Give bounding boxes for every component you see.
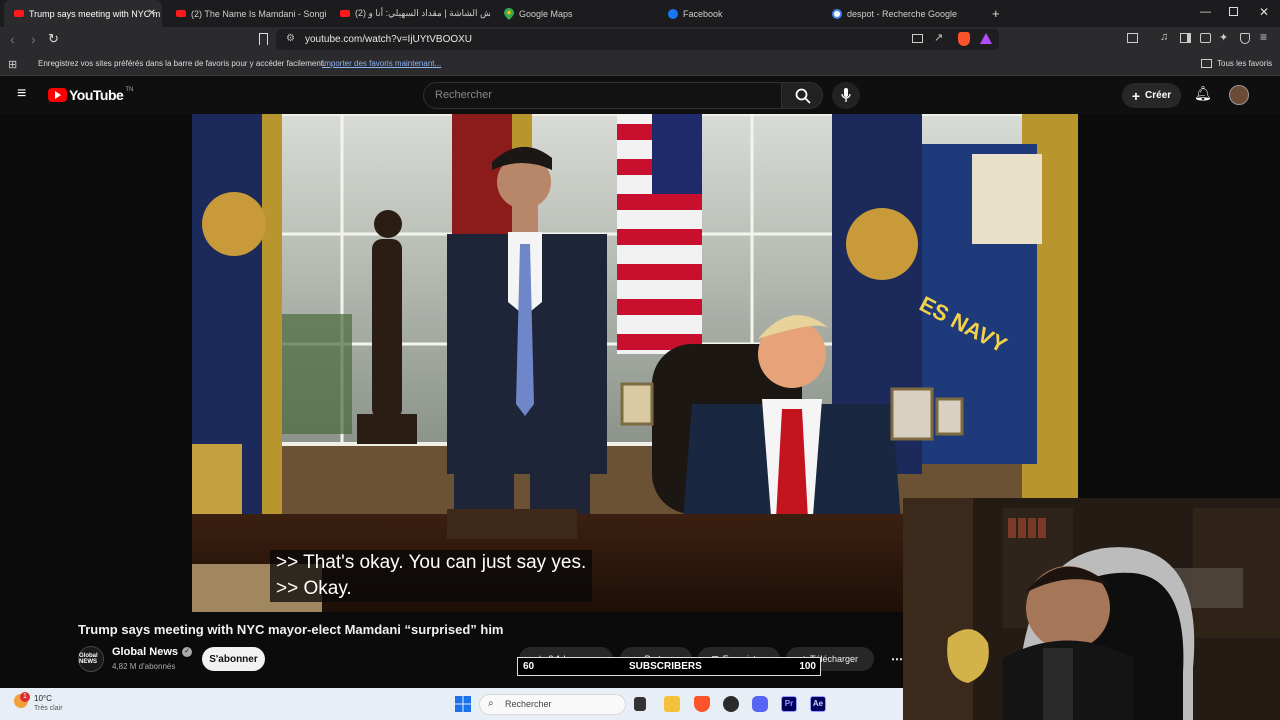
import-favorites-link[interactable]: Importer des favoris maintenant... [322, 59, 441, 68]
task-view-icon[interactable] [634, 697, 646, 711]
channel-avatar[interactable]: Global NEWS [78, 646, 104, 672]
tab-google-search[interactable]: despot - Recherche Google [822, 0, 982, 27]
obs-studio-icon[interactable] [723, 696, 739, 712]
brave-shield-icon[interactable] [958, 32, 970, 46]
microphone-icon [841, 88, 851, 102]
bookmark-icon[interactable] [259, 33, 268, 45]
music-icon[interactable]: ♫ [1160, 31, 1168, 43]
video-captions: >> That's okay. You can just say yes. >>… [270, 550, 593, 602]
goal-label: SUBSCRIBERS [629, 661, 702, 672]
tab-label: Google Maps [519, 8, 573, 19]
subscriber-count: 4,82 M d'abonnés [112, 662, 176, 671]
tab-label: (2) The Name Is Mamdani - Songify t [191, 8, 326, 19]
notifications-bell-icon[interactable]: 🔔︎ [1194, 85, 1212, 102]
site-info-icon[interactable]: ⚙ [286, 33, 295, 44]
search-input[interactable]: Rechercher [435, 89, 492, 101]
file-explorer-icon[interactable] [664, 696, 680, 712]
brave-rewards-icon[interactable] [980, 33, 992, 44]
discord-icon[interactable] [752, 696, 768, 712]
brave-browser-icon[interactable] [694, 696, 710, 712]
search-icon: ⌕ [488, 698, 494, 709]
leo-ai-icon[interactable]: ✦ [1219, 31, 1228, 44]
taskbar-search-input[interactable]: Rechercher [505, 699, 552, 709]
new-tab-icon[interactable]: + [992, 6, 1000, 21]
search-button[interactable] [781, 82, 823, 109]
bookmarks-bar: ⊞ Enregistrez vos sites préférés dans la… [0, 53, 1280, 76]
youtube-logo[interactable]: YouTube TN [48, 87, 133, 103]
tab-label: Facebook [683, 8, 723, 19]
tab-label: (2) وحش الشاشة | مقداد السهيلي: أنا و [355, 8, 490, 18]
cast-icon[interactable] [912, 34, 923, 43]
notification-badge: 1 [20, 692, 30, 702]
youtube-favicon-icon [176, 10, 186, 17]
video-title: Trump says meeting with NYC mayor-elect … [78, 622, 504, 637]
subscribe-button[interactable]: S'abonner [202, 647, 265, 671]
tab-facebook[interactable]: Facebook [658, 0, 818, 27]
menu-icon[interactable]: ≡ [1260, 30, 1267, 44]
facebook-icon [668, 8, 678, 19]
subscriber-goal-overlay: 60 SUBSCRIBERS 100 [517, 657, 821, 676]
minimize-icon[interactable]: — [1200, 6, 1211, 18]
share-icon[interactable]: ↗ [934, 31, 943, 44]
search-box[interactable]: Rechercher [423, 82, 782, 109]
temperature: 10°C [34, 694, 52, 703]
youtube-logo-text: YouTube [69, 87, 124, 103]
folder-icon [1201, 59, 1212, 68]
weather-status: Très clair [34, 705, 63, 712]
caption-line: >> Okay. [276, 578, 352, 599]
plus-icon: + [1131, 87, 1141, 104]
tab-youtube-trump[interactable]: Trump says meeting with NYC m ✕ [4, 0, 162, 27]
reload-icon[interactable]: ↻ [48, 31, 59, 47]
hamburger-menu-icon[interactable]: ≡ [17, 85, 26, 103]
reading-list-icon[interactable] [1180, 33, 1191, 43]
google-icon [832, 8, 842, 19]
tab-label: Trump says meeting with NYC m [29, 8, 161, 19]
vpn-icon[interactable] [1240, 33, 1250, 44]
tab-label: despot - Recherche Google [847, 8, 958, 19]
us-flag-graphic [617, 114, 702, 354]
wallet-icon[interactable] [1200, 33, 1211, 43]
tab-arabic-video[interactable]: (2) وحش الشاشة | مقداد السهيلي: أنا و [330, 0, 490, 27]
more-actions-icon[interactable]: ⋯ [891, 652, 903, 666]
voice-search-button[interactable] [832, 82, 860, 109]
toolbar-extensions: ♫ ✦ ≡ [1127, 30, 1277, 47]
forward-icon[interactable]: › [31, 31, 36, 47]
all-favorites-button[interactable]: Tous les favoris [1217, 59, 1272, 68]
caption-line: >> That's okay. You can just say yes. [276, 552, 587, 573]
taskbar-search[interactable]: ⌕ Rechercher [479, 694, 626, 715]
url-text[interactable]: youtube.com/watch?v=IjUYtVBOOXU [305, 34, 472, 45]
premiere-pro-icon[interactable]: Pr [781, 696, 797, 712]
youtube-favicon-icon [340, 10, 350, 17]
windows-start-icon[interactable] [455, 696, 471, 712]
create-label: Créer [1145, 90, 1172, 101]
webcam-overlay [903, 498, 1280, 720]
youtube-favicon-icon [14, 10, 24, 17]
youtube-play-logo-icon [48, 88, 67, 102]
address-bar[interactable]: ⚙ youtube.com/watch?v=IjUYtVBOOXU ↗ [276, 29, 999, 50]
after-effects-icon[interactable]: Ae [810, 696, 826, 712]
streamer-webcam-image [903, 498, 1280, 720]
sidebar-icon[interactable] [1127, 33, 1138, 43]
apps-grid-icon[interactable]: ⊞ [8, 58, 17, 71]
goal-current: 60 [523, 661, 535, 672]
tab-songify[interactable]: (2) The Name Is Mamdani - Songify t [166, 0, 326, 27]
search-icon [795, 88, 811, 104]
user-avatar[interactable] [1229, 85, 1249, 105]
maps-pin-icon [504, 7, 514, 20]
goal-target: 100 [799, 661, 816, 672]
verified-badge-icon: ✓ [182, 647, 193, 657]
back-icon[interactable]: ‹ [10, 31, 15, 47]
tab-strip: Trump says meeting with NYC m ✕ (2) The … [0, 0, 1280, 27]
restore-icon[interactable] [1229, 7, 1238, 16]
bookmarks-prompt: Enregistrez vos sites préférés dans la b… [38, 59, 326, 68]
channel-name-row[interactable]: Global News ✓ [112, 646, 193, 658]
create-button[interactable]: + Créer [1122, 83, 1181, 108]
region-code: TN [125, 87, 134, 93]
tab-google-maps[interactable]: Google Maps [494, 0, 654, 27]
close-tab-icon[interactable]: ✕ [148, 8, 156, 19]
close-window-icon[interactable]: ✕ [1259, 5, 1269, 19]
channel-name[interactable]: Global News [112, 646, 178, 658]
